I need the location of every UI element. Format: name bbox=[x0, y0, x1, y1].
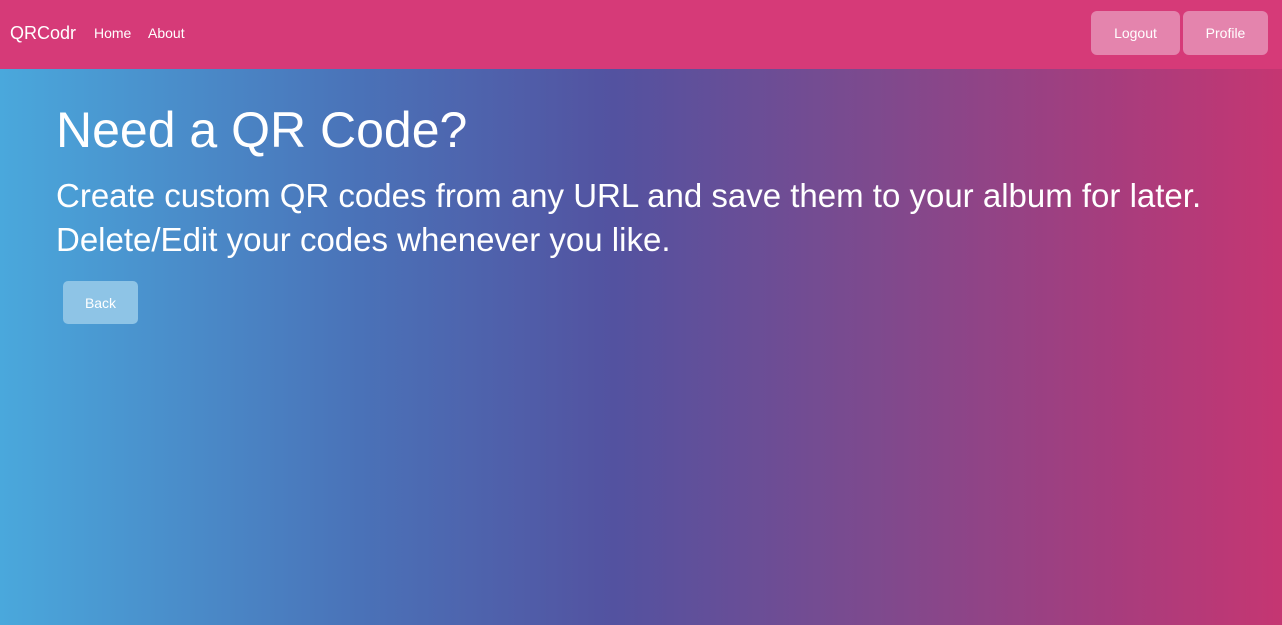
hero-description: Create custom QR codes from any URL and … bbox=[56, 177, 1202, 258]
page-title: Need a QR Code? bbox=[56, 102, 468, 158]
profile-button[interactable]: Profile bbox=[1183, 11, 1268, 55]
logout-button[interactable]: Logout bbox=[1091, 11, 1180, 55]
brand-logo-link[interactable]: QRCodr bbox=[10, 22, 76, 44]
nav-link-about[interactable]: About bbox=[148, 24, 185, 42]
back-button[interactable]: Back bbox=[63, 281, 138, 324]
nav-link-home[interactable]: Home bbox=[94, 24, 131, 42]
navbar: QRCodr Home About Logout Profile bbox=[0, 0, 1282, 69]
